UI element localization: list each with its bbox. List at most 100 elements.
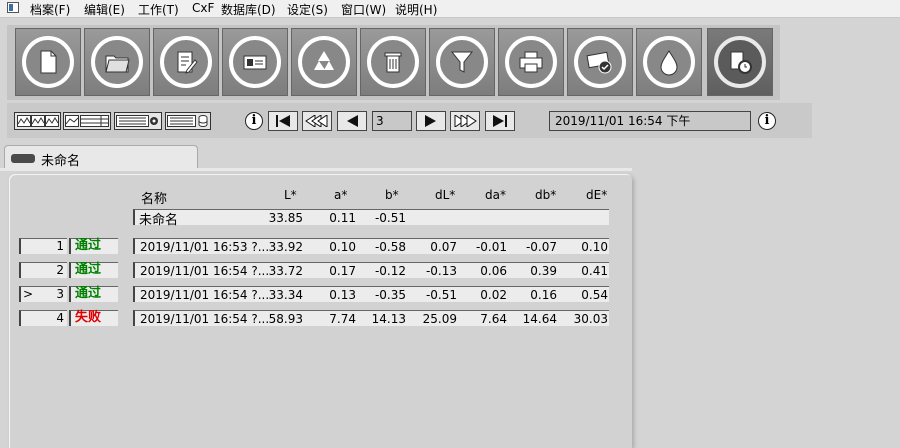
row-L: 33.92 xyxy=(268,240,303,254)
tab-untitled[interactable]: 未命名 xyxy=(4,145,198,169)
filter-button[interactable] xyxy=(429,28,495,96)
row-dL: -0.51 xyxy=(425,288,457,302)
previous-record-button[interactable] xyxy=(337,111,367,131)
first-record-button[interactable] xyxy=(268,111,298,131)
row-dE: 30.03 xyxy=(573,312,608,326)
menu-database[interactable]: 数据库(D) xyxy=(221,1,276,18)
graph-table-view-button[interactable] xyxy=(63,112,111,130)
row-dL: 25.09 xyxy=(422,312,457,326)
menu-edit[interactable]: 编辑(E) xyxy=(84,1,125,18)
record-number-field[interactable]: 3 xyxy=(372,111,412,131)
recycle-icon xyxy=(314,51,334,70)
app-icon xyxy=(7,2,19,13)
row-L: 58.93 xyxy=(268,312,303,326)
document-tab-icon xyxy=(11,154,35,163)
trash-icon xyxy=(384,52,402,73)
tab-strip xyxy=(0,168,632,171)
row-index: 2 xyxy=(56,263,64,277)
row-da: 0.02 xyxy=(480,288,507,302)
fast-forward-button[interactable] xyxy=(450,111,480,131)
menu-help[interactable]: 说明(H) xyxy=(395,1,437,18)
row-a: 0.10 xyxy=(329,240,356,254)
row-a: 0.13 xyxy=(329,288,356,302)
row-name: 2019/11/01 16:54 ?... xyxy=(140,264,270,278)
header-da: da* xyxy=(485,188,506,202)
row-dE: 0.10 xyxy=(581,240,608,254)
menu-work[interactable]: 工作(T) xyxy=(138,1,179,18)
row-b: 14.13 xyxy=(371,312,406,326)
drop-button[interactable] xyxy=(636,28,702,96)
row-da: -0.01 xyxy=(475,240,507,254)
delete-button[interactable] xyxy=(360,28,426,96)
spectral-view-button[interactable] xyxy=(14,112,61,130)
row-name: 2019/11/01 16:54 ?... xyxy=(140,288,270,302)
print-icon xyxy=(519,51,543,73)
status-badge: 通过 xyxy=(75,262,102,277)
list-database-button[interactable] xyxy=(165,112,211,130)
row-L: 33.72 xyxy=(268,264,303,278)
row-da: 7.64 xyxy=(480,312,507,326)
timed-document-button[interactable] xyxy=(707,28,773,96)
previous-icon xyxy=(347,115,358,127)
list-database-icon xyxy=(167,115,208,127)
status-badge: 失败 xyxy=(75,310,102,325)
tab-label: 未命名 xyxy=(41,154,81,169)
row-a: 7.74 xyxy=(329,312,356,326)
menu-file[interactable]: 档案(F) xyxy=(30,1,70,18)
row-index: 1 xyxy=(56,239,64,253)
menu-cxf[interactable]: CxF xyxy=(192,1,214,15)
row-name: 2019/11/01 16:53 ?... xyxy=(140,240,270,254)
verify-card-icon xyxy=(586,51,612,74)
rewind-icon xyxy=(305,115,328,127)
menu-settings[interactable]: 设定(S) xyxy=(287,1,328,18)
next-record-button[interactable] xyxy=(416,111,446,131)
card-icon xyxy=(243,55,267,70)
row-db: 0.16 xyxy=(530,288,557,302)
list-settings-button[interactable] xyxy=(114,112,162,130)
filter-icon xyxy=(450,51,474,73)
row-dL: -0.13 xyxy=(425,264,457,278)
info-icon[interactable]: i xyxy=(245,112,263,130)
header-dE: dE* xyxy=(586,188,608,202)
timed-document-icon xyxy=(730,51,752,74)
row-name: 2019/11/01 16:54 ?... xyxy=(140,312,270,326)
row-dE: 0.54 xyxy=(581,288,608,302)
status-badge: 通过 xyxy=(75,286,102,301)
menu-window[interactable]: 窗口(W) xyxy=(341,1,386,18)
row-db: -0.07 xyxy=(525,240,557,254)
first-icon xyxy=(276,115,290,127)
row-index: 3 xyxy=(56,287,64,301)
card-button[interactable] xyxy=(222,28,288,96)
row-L: 33.34 xyxy=(268,288,303,302)
last-icon xyxy=(493,115,507,127)
datetime-field: 2019/11/01 16:54 下午 xyxy=(549,111,751,131)
print-button[interactable] xyxy=(498,28,564,96)
new-document-icon xyxy=(40,50,57,74)
row-b: -0.35 xyxy=(374,288,406,302)
header-b: b* xyxy=(385,188,399,202)
open-button[interactable] xyxy=(84,28,150,96)
menu-bar: 档案(F) 编辑(E) 工作(T) CxF 数据库(D) 设定(S) 窗口(W)… xyxy=(0,0,900,18)
graph-table-icon xyxy=(65,115,109,127)
header-a: a* xyxy=(334,188,348,202)
header-dL: dL* xyxy=(435,188,456,202)
last-record-button[interactable] xyxy=(485,111,515,131)
edit-button[interactable] xyxy=(153,28,219,96)
fast-back-button[interactable] xyxy=(302,111,332,131)
header-db: db* xyxy=(535,188,557,202)
row-index: 4 xyxy=(56,311,64,325)
main-toolbar xyxy=(7,25,780,100)
recycle-button[interactable] xyxy=(291,28,357,96)
row-a: 0.17 xyxy=(329,264,356,278)
standard-name: 未命名 xyxy=(139,213,179,228)
datetime-info-icon[interactable]: i xyxy=(758,112,776,130)
navigation-bar: i 3 2019/11/01 16:54 下午 i xyxy=(7,103,812,138)
row-dE: 0.41 xyxy=(581,264,608,278)
verify-button[interactable] xyxy=(567,28,633,96)
new-button[interactable] xyxy=(15,28,81,96)
row-dL: 0.07 xyxy=(430,240,457,254)
row-b: -0.12 xyxy=(374,264,406,278)
header-name: 名称 xyxy=(141,192,168,207)
standard-a: 0.11 xyxy=(329,211,356,225)
row-da: 0.06 xyxy=(480,264,507,278)
